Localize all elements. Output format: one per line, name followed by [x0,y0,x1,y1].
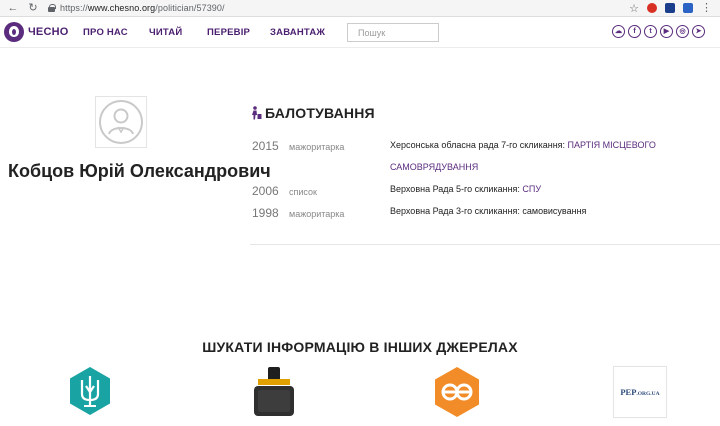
voting-person-icon [252,106,262,120]
nav-read[interactable]: ЧИТАЙ [149,27,182,38]
section-title-ballot: БАЛОТУВАННЯ [265,105,375,121]
politician-name: Кобцов Юрій Олександрович [8,161,271,181]
telegram-icon[interactable]: ➤ [692,25,705,38]
ballot-year: 2006 [252,184,279,198]
browser-menu-icon[interactable]: ⋮ [701,3,712,14]
soundcloud-icon[interactable]: ☁ [612,25,625,38]
nav-download[interactable]: ЗАВАНТАЖ [270,27,325,38]
nav-about[interactable]: ПРО НАС [83,27,128,38]
address-bar[interactable]: https://www.chesno.org/politician/57390/ [48,3,225,13]
browser-toolbar: ← ↻ https://www.chesno.org/politician/57… [0,0,720,17]
ballot-description: Верховна Рада 5-го скликання: СПУ [390,184,542,194]
ballot-year: 2015 [252,139,279,153]
youtube-icon[interactable]: ▶ [660,25,673,38]
ballot-year: 1998 [252,206,279,220]
reload-icon[interactable]: ↻ [26,1,40,15]
social-links: ☁ f t ▶ ◎ ➤ [612,25,705,38]
nav-check[interactable]: ПЕРЕВІР [207,27,250,38]
back-arrow-icon[interactable]: ← [6,1,20,15]
avatar [95,96,147,148]
site-header: ЧЕСНО ПРО НАС ЧИТАЙ ПЕРЕВІР ЗАВАНТАЖ ☁ f… [0,18,720,48]
section-divider [250,244,720,245]
logo-icon [4,22,24,42]
lock-icon [48,4,56,12]
twitter-icon[interactable]: t [644,25,657,38]
ballot-description: Верховна Рада 3-го скликання: самовисува… [390,206,587,216]
ballot-kind: мажоритарка [289,142,345,152]
instagram-icon[interactable]: ◎ [676,25,689,38]
pep-logo[interactable]: PEP.ORG.UA [613,366,667,418]
infinity-badge-icon[interactable] [433,366,481,418]
extension-icon[interactable] [683,3,693,13]
briefcase-icon[interactable] [252,366,296,418]
section-title-sources: ШУКАТИ ІНФОРМАЦІЮ В ІНШИХ ДЖЕРЕЛАХ [202,339,518,355]
facebook-icon[interactable]: f [628,25,641,38]
ballot-kind: мажоритарка [289,209,345,219]
url-text: https://www.chesno.org/politician/57390/ [60,3,225,13]
search-input[interactable] [347,23,439,42]
star-icon[interactable]: ☆ [629,2,639,15]
extension-icon[interactable] [665,3,675,13]
extension-icon[interactable] [647,3,657,13]
trident-emblem-icon[interactable] [68,366,112,416]
logo-text: ЧЕСНО [28,26,69,38]
ballot-kind: список [289,187,317,197]
site-logo[interactable]: ЧЕСНО [4,22,69,42]
ballot-description: Херсонська обласна рада 7-го скликання: … [390,140,656,172]
user-placeholder-icon [99,100,143,144]
party-link[interactable]: СПУ [522,184,541,194]
